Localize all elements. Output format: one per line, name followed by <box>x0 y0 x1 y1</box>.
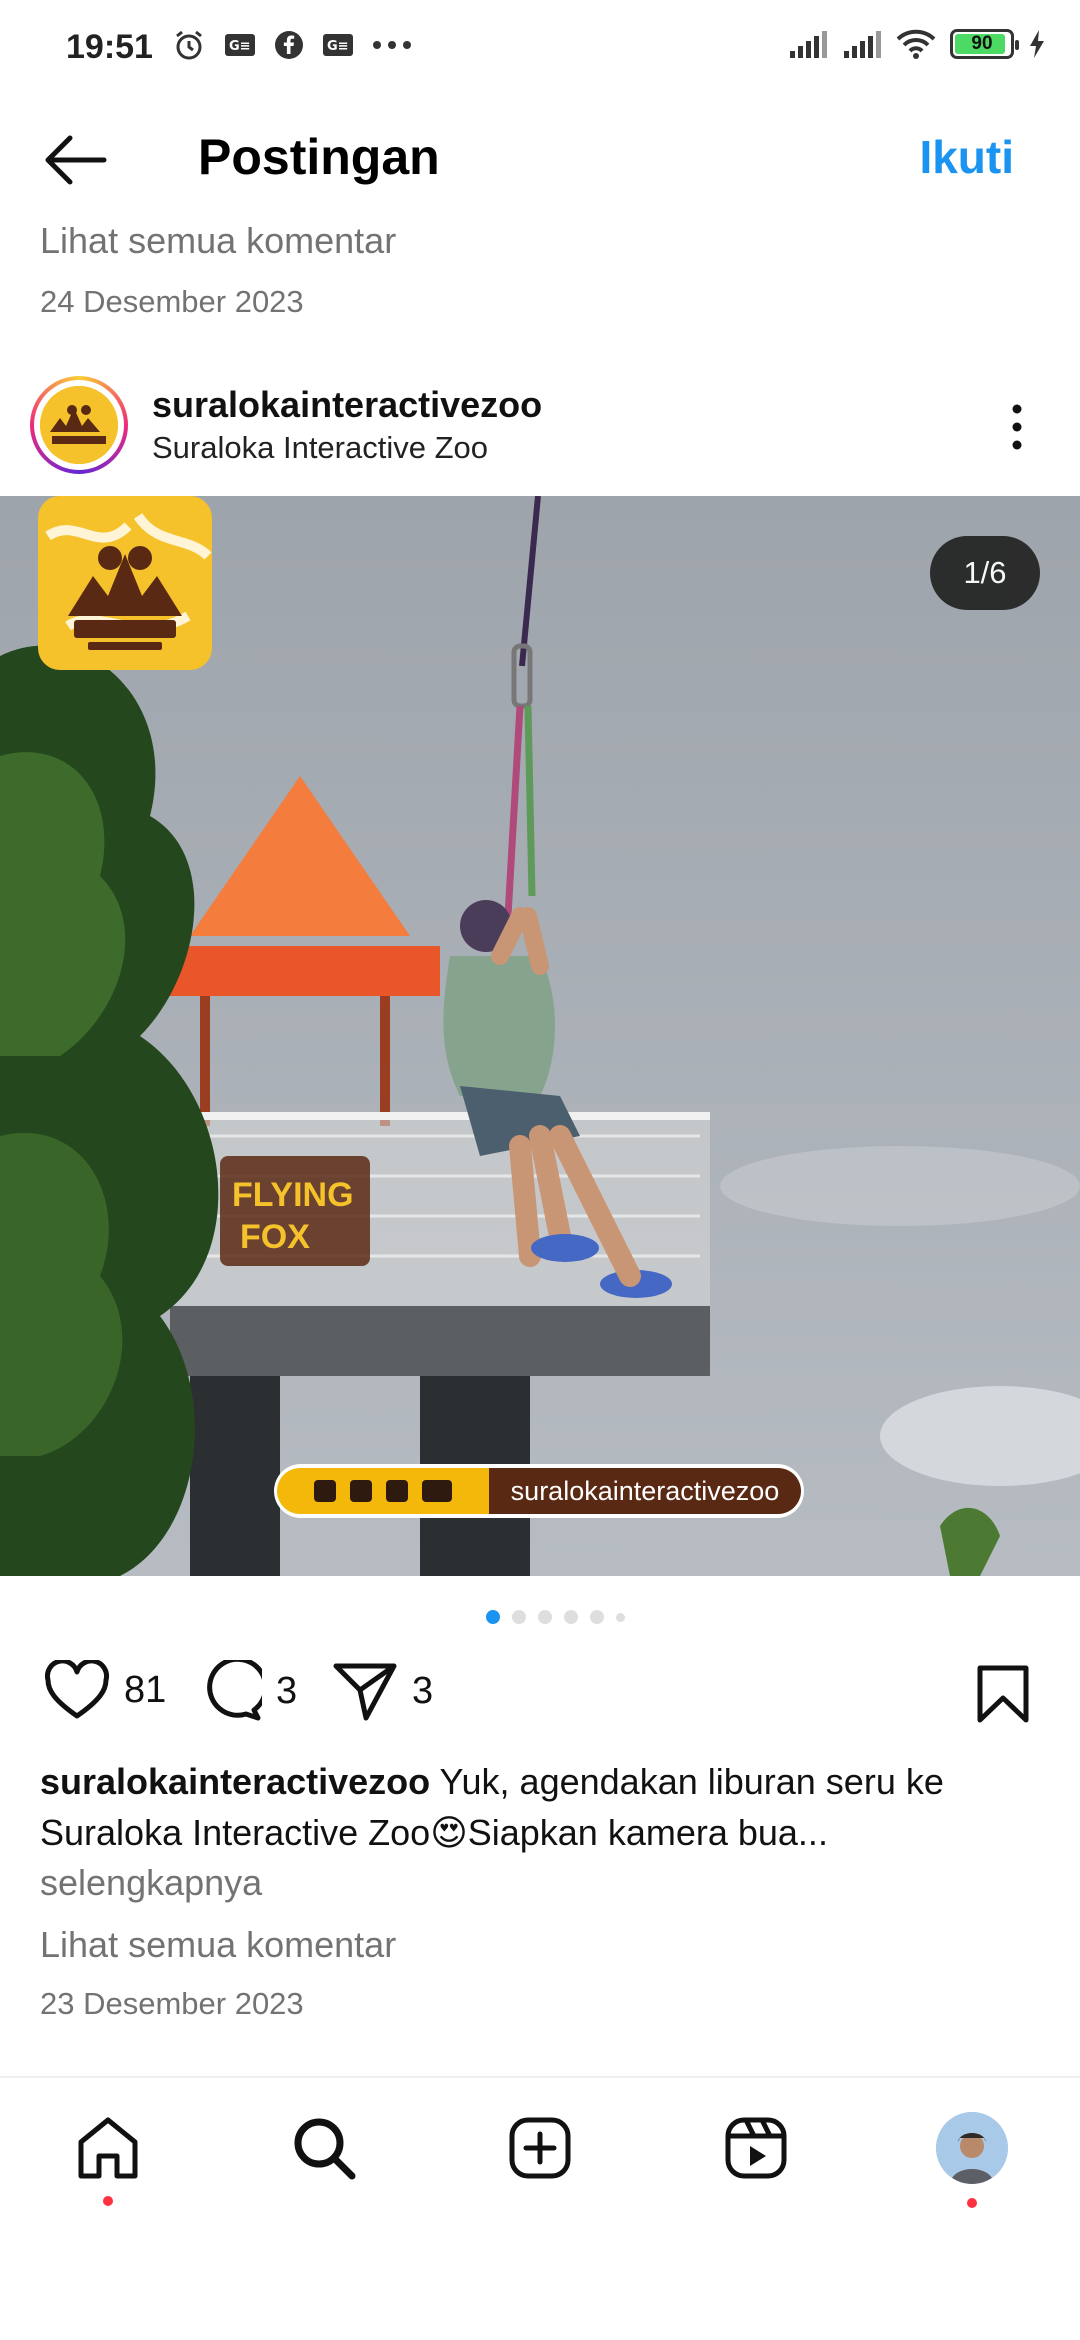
carousel-dot-1 <box>486 1610 500 1624</box>
profile-avatar[interactable] <box>936 2112 1008 2184</box>
share-icon[interactable] <box>332 1660 398 1722</box>
post-date: 23 Desember 2023 <box>40 1986 304 2021</box>
search-icon[interactable] <box>291 2115 357 2181</box>
nav-reels[interactable] <box>716 2108 796 2188</box>
caption-username[interactable]: suralokainteractivezoo <box>40 1761 430 1802</box>
share-action[interactable]: 3 <box>332 1660 433 1722</box>
nav-home[interactable] <box>68 2108 148 2206</box>
bookmark-icon[interactable] <box>976 1664 1030 1724</box>
share-count[interactable]: 3 <box>412 1670 433 1713</box>
post-date: 24 Desember 2023 <box>40 284 304 319</box>
status-bar: 19:51 G≡ G≡ 90 <box>0 0 1080 96</box>
like-count[interactable]: 81 <box>124 1669 166 1712</box>
youtube-icon <box>422 1480 452 1502</box>
post-image[interactable]: FLYING FOX 1/6 suralokainteractivezoo <box>0 496 1080 1576</box>
carousel-indicator <box>486 1610 625 1624</box>
create-icon[interactable] <box>508 2116 572 2180</box>
view-all-comments-link[interactable]: Lihat semua komentar <box>40 1924 396 1966</box>
facebook-icon <box>314 1480 336 1502</box>
nav-create[interactable] <box>500 2108 580 2188</box>
page-title: Postingan <box>198 129 440 185</box>
svg-text:FOX: FOX <box>240 1218 310 1256</box>
battery-level: 90 <box>971 33 993 54</box>
post-display-name[interactable]: Suraloka Interactive Zoo <box>152 430 488 466</box>
svg-text:G≡: G≡ <box>327 39 349 54</box>
comment-action[interactable]: 3 <box>196 1660 297 1722</box>
heart-icon[interactable] <box>44 1660 110 1720</box>
facebook-icon <box>275 31 303 59</box>
view-all-comments-link[interactable]: Lihat semua komentar <box>40 220 396 262</box>
status-time: 19:51 <box>66 28 153 66</box>
svg-text:FLYING: FLYING <box>232 1176 354 1214</box>
more-options-icon[interactable] <box>1005 402 1029 452</box>
instagram-icon <box>350 1480 372 1502</box>
suraloka-logo <box>40 386 118 464</box>
post-caption: suralokainteractivezoo Yuk, agendakan li… <box>40 1756 1040 1858</box>
reels-icon[interactable] <box>724 2116 788 2180</box>
nav-profile[interactable] <box>932 2108 1012 2208</box>
see-more-link[interactable]: selengkapnya <box>40 1862 262 1904</box>
comment-count[interactable]: 3 <box>276 1670 297 1713</box>
follow-button[interactable]: Ikuti <box>919 130 1014 184</box>
social-handle-banner: suralokainteractivezoo <box>274 1464 804 1518</box>
suraloka-watermark-logo <box>38 496 212 670</box>
notification-dot <box>103 2196 113 2206</box>
notification-dot <box>967 2198 977 2208</box>
more-dots-icon <box>373 41 411 49</box>
signal-icon <box>790 31 827 58</box>
home-icon[interactable] <box>75 2116 141 2180</box>
nav-search[interactable] <box>284 2108 364 2188</box>
social-icons <box>277 1468 489 1514</box>
avatar[interactable] <box>30 376 128 474</box>
alarm-icon <box>176 30 202 60</box>
back-arrow-icon[interactable] <box>44 132 108 188</box>
tiktok-icon <box>386 1480 408 1502</box>
gmail-icon: G≡ <box>225 34 255 56</box>
social-handle-text: suralokainteractivezoo <box>489 1468 801 1514</box>
carousel-dot-5 <box>590 1610 604 1624</box>
comment-icon[interactable] <box>196 1660 262 1722</box>
status-icons-right: 90 <box>788 28 1046 60</box>
gmail-icon: G≡ <box>323 34 353 56</box>
carousel-dot-3 <box>538 1610 552 1624</box>
post-username[interactable]: suralokainteractivezoo <box>152 384 542 426</box>
signal-icon <box>844 31 881 58</box>
wifi-icon <box>896 29 936 59</box>
svg-text:G≡: G≡ <box>229 39 251 54</box>
status-icons-left: G≡ G≡ <box>172 28 412 62</box>
bottom-nav <box>0 2078 1080 2218</box>
carousel-dot-2 <box>512 1610 526 1624</box>
like-action[interactable]: 81 <box>44 1660 166 1720</box>
battery-icon: 90 <box>950 29 1019 59</box>
charging-icon <box>1030 30 1044 58</box>
image-counter: 1/6 <box>930 536 1040 610</box>
carousel-dot-4 <box>564 1610 578 1624</box>
carousel-dot-6 <box>616 1612 625 1622</box>
